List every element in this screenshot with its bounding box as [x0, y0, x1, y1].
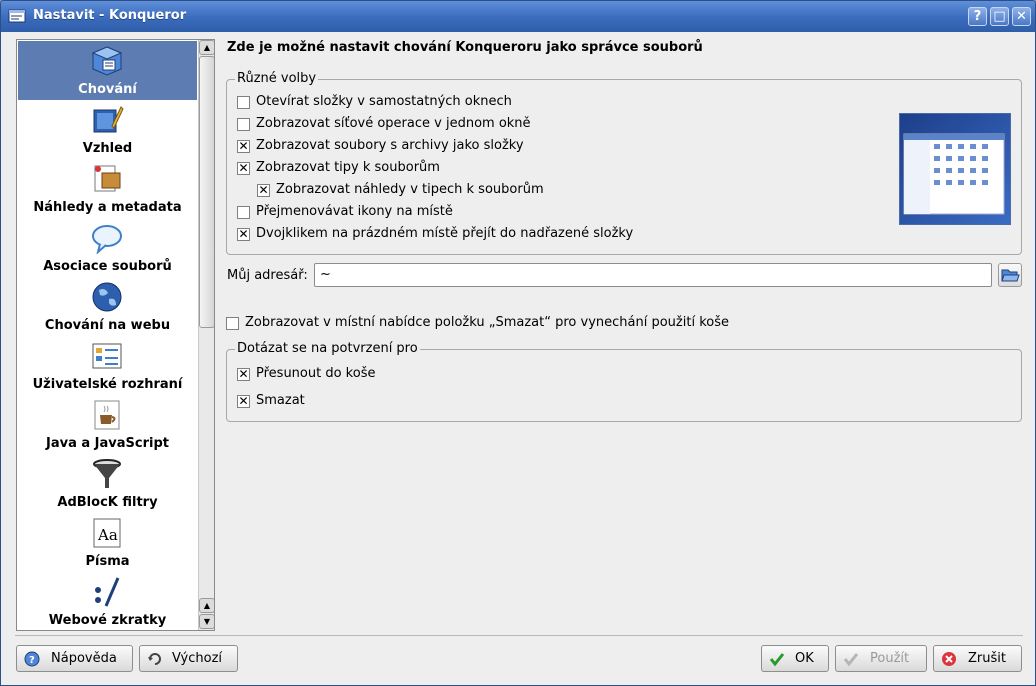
sidebar-item-label: Chování na webu: [44, 318, 171, 333]
checkbox[interactable]: [237, 206, 250, 219]
category-sidebar: Chování Vzhled Náhledy a metadata Asocia…: [16, 39, 215, 631]
footer-separator: [15, 635, 1023, 636]
help-title-button[interactable]: ?: [968, 7, 987, 26]
checkbox[interactable]: [237, 118, 250, 131]
ok-button[interactable]: OK: [761, 645, 829, 672]
file-associations-icon: [92, 225, 122, 254]
title-bar[interactable]: Nastavit - Konqueror ? □ ✕: [1, 1, 1035, 32]
page-heading: Zde je možné nastavit chování Konqueroru…: [227, 40, 703, 55]
checkbox[interactable]: ✕: [237, 368, 250, 381]
user-interface-icon: [92, 343, 122, 369]
previews-icon: [94, 165, 121, 192]
sidebar-item-web-shortcuts[interactable]: Webové zkratky: [18, 572, 197, 630]
checkbox[interactable]: ✕: [237, 228, 250, 241]
home-dir-input[interactable]: ~: [314, 263, 992, 287]
checkmark-icon: [843, 653, 859, 667]
fonts-icon: Aa: [93, 518, 121, 548]
web-behavior-icon: [92, 282, 122, 312]
sidebar-item-previews[interactable]: Náhledy a metadata: [18, 159, 197, 218]
help-button[interactable]: ? Nápověda: [16, 645, 133, 672]
checkbox[interactable]: ✕: [237, 395, 250, 408]
scroll-thumb[interactable]: [199, 56, 214, 328]
adblock-funnel-icon: [93, 459, 121, 488]
sidebar-item-label: Asociace souborů: [43, 259, 172, 274]
checkbox[interactable]: [237, 96, 250, 109]
reset-icon: [148, 653, 161, 665]
sidebar-scrollbar[interactable]: ▲ ▲ ▼: [198, 40, 214, 630]
checkbox[interactable]: [226, 317, 239, 330]
sidebar-item-web-behavior[interactable]: Chování na webu: [18, 277, 197, 336]
sidebar-item-user-interface[interactable]: Uživatelské rozhraní: [18, 336, 197, 395]
checkbox[interactable]: ✕: [237, 140, 250, 153]
apply-button[interactable]: Použít: [835, 645, 927, 672]
sidebar-item-label: Náhledy a metadata: [33, 200, 182, 215]
folder-open-icon: [1001, 269, 1020, 282]
sidebar-item-behavior[interactable]: Chování: [18, 41, 197, 100]
help-icon: ?: [24, 651, 40, 667]
sidebar-item-appearance[interactable]: Vzhled: [18, 100, 197, 159]
preview-image: [899, 113, 1011, 225]
checkmark-icon: [769, 653, 785, 667]
svg-text:?: ?: [29, 655, 35, 666]
sidebar-item-label: Vzhled: [82, 141, 133, 156]
scroll-up-arrow-bottom[interactable]: ▲: [199, 598, 214, 613]
sidebar-item-label: Java a JavaScript: [46, 436, 169, 451]
window-title: Nastavit - Konqueror: [33, 8, 187, 23]
sidebar-item-label: Písma: [85, 554, 130, 569]
behavior-icon: [91, 46, 123, 76]
konqueror-app-icon: [8, 9, 26, 23]
sidebar-item-adblock[interactable]: AdBlocK filtry: [18, 454, 197, 513]
settings-window: Nastavit - Konqueror ? □ ✕ Chování Vzhle…: [0, 0, 1036, 686]
sidebar-item-label: Uživatelské rozhraní: [32, 377, 183, 392]
web-shortcuts-icon: [95, 577, 120, 607]
checkbox[interactable]: ✕: [237, 162, 250, 175]
group-title: Dotázat se na potvrzení pro: [235, 341, 420, 356]
home-dir-label: Můj adresář:: [227, 268, 308, 283]
sidebar-item-file-associations[interactable]: Asociace souborů: [18, 218, 197, 277]
sidebar-item-label: AdBlocK filtry: [57, 495, 158, 510]
sidebar-item-java[interactable]: Java a JavaScript: [18, 395, 197, 454]
confirmation-group: Dotázat se na potvrzení pro: [226, 341, 1022, 422]
close-button[interactable]: ✕: [1012, 7, 1031, 26]
sidebar-item-label: Chování: [78, 82, 137, 97]
sidebar-item-fonts[interactable]: Aa Písma: [18, 513, 197, 572]
maximize-button[interactable]: □: [990, 7, 1009, 26]
scroll-up-arrow[interactable]: ▲: [199, 40, 214, 55]
cancel-button[interactable]: Zrušit: [933, 645, 1022, 672]
scroll-down-arrow[interactable]: ▼: [199, 614, 214, 629]
browse-folder-button[interactable]: [998, 263, 1022, 287]
sidebar-item-label: Webové zkratky: [48, 613, 167, 628]
java-icon: [94, 400, 120, 430]
appearance-icon: [93, 106, 124, 133]
checkbox[interactable]: ✕: [257, 184, 270, 197]
defaults-button[interactable]: Výchozí: [139, 645, 238, 672]
svg-text:Aa: Aa: [97, 526, 118, 544]
cancel-icon: [942, 652, 956, 666]
group-title: Různé volby: [235, 71, 319, 86]
konqueror-preview-screenshot: [903, 133, 1005, 215]
